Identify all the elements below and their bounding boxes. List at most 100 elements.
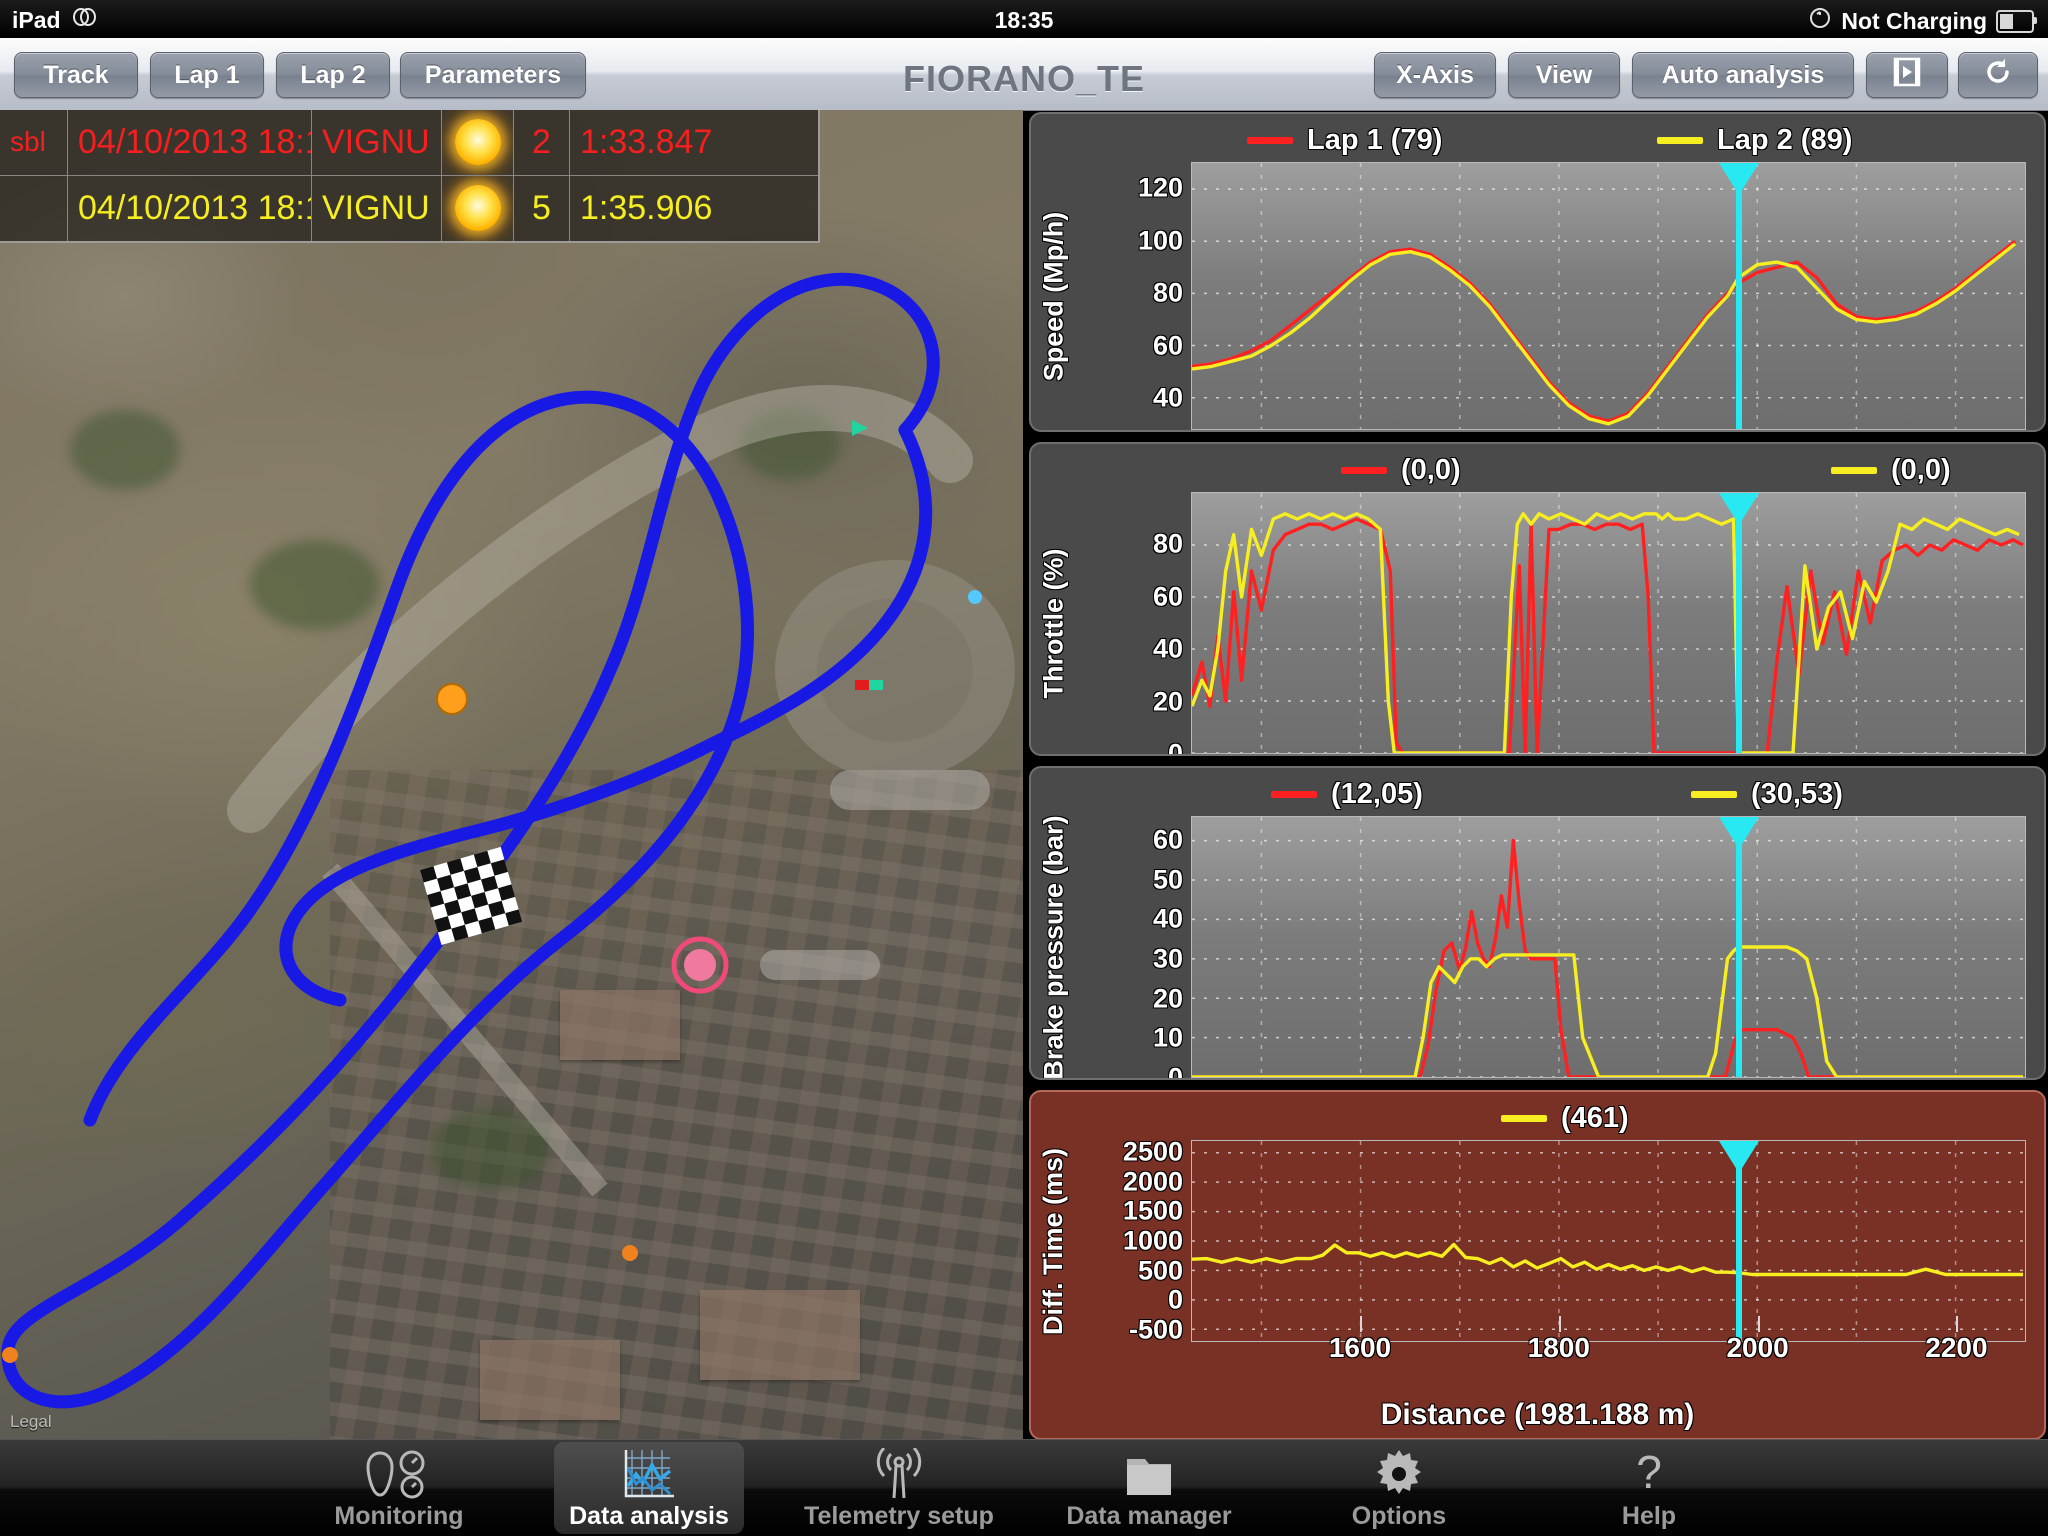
y-tick-label: 60	[1152, 330, 1183, 361]
tab-monitoring[interactable]: Monitoring	[304, 1442, 494, 1534]
sector-marker	[2, 1347, 18, 1363]
legend-swatch-lap2	[1831, 467, 1877, 474]
brake-y-axis-label: Brake pressure (bar)	[1038, 814, 1069, 1080]
throttle-legend: (0,0) (0,0)	[1031, 444, 2044, 492]
lap-number: 5	[514, 175, 570, 241]
y-tick-label: 500	[1137, 1255, 1183, 1286]
legend-label-brake-lap2: (30,53)	[1751, 778, 1843, 810]
lap-number: 2	[514, 110, 570, 175]
map-legal-label[interactable]: Legal	[10, 1412, 52, 1432]
auto-analysis-button[interactable]: Auto analysis	[1632, 52, 1854, 98]
app-toolbar: Track Lap 1 Lap 2 Parameters FIORANO_TE …	[0, 38, 2048, 111]
speed-legend: Lap 1 (79) Lap 2 (89)	[1031, 114, 2044, 162]
lap-info-table[interactable]: sbl 04/10/2013 18:14 VIGNU 2 1:33.847 04…	[0, 110, 820, 243]
lap-driver: VIGNU	[312, 175, 442, 241]
legend-label-brake-lap1: (12,05)	[1331, 778, 1423, 810]
y-tick-label: 0	[1167, 738, 1183, 756]
view-button[interactable]: View	[1508, 52, 1620, 98]
y-tick-label: 1500	[1122, 1195, 1183, 1226]
tab-telemetry-setup[interactable]: Telemetry setup	[804, 1442, 994, 1534]
lap-time: 1:33.847	[580, 122, 713, 161]
tab-options[interactable]: Options	[1304, 1442, 1494, 1534]
y-tick-label: 40	[1152, 382, 1183, 413]
finish-flag	[420, 846, 523, 945]
throttle-chart-panel[interactable]: (0,0) (0,0) Throttle (%) 0 20 40 60 80	[1029, 442, 2046, 756]
series-diff	[1192, 1242, 2023, 1277]
y-tick-label: 40	[1152, 633, 1183, 664]
sun-icon	[454, 119, 501, 166]
y-tick-label: 40	[1152, 903, 1183, 934]
table-row[interactable]: sbl 04/10/2013 18:14 VIGNU 2 1:33.847	[0, 110, 818, 176]
x-axis-title: Distance (1981.188 m)	[1380, 1398, 1695, 1431]
series-lap1	[1192, 517, 2024, 753]
y-tick-label: 60	[1152, 581, 1183, 612]
tab-label-data-manager: Data manager	[1066, 1502, 1232, 1530]
tab-label-data-analysis: Data analysis	[569, 1502, 729, 1530]
legend-label-lap2: Lap 2 (89)	[1717, 124, 1853, 156]
lap-tag	[0, 175, 68, 241]
y-tick-label: 50	[1152, 864, 1183, 894]
sector-marker	[855, 680, 883, 690]
lap-time: 1:35.906	[580, 188, 713, 227]
legend-swatch-lap1	[1341, 467, 1387, 474]
legend-swatch-lap1	[1271, 791, 1317, 798]
series-lap2	[1192, 945, 2023, 1077]
legend-entry-throttle-lap1: (0,0)	[1341, 454, 1461, 487]
lap-date: 04/10/2013 18:14	[68, 175, 312, 241]
legend-entry-throttle-lap2: (0,0)	[1831, 454, 1951, 487]
diff-plot-area: Diff. Time (ms) -500 0 500 1000 1500 2000 2500	[1031, 1136, 2044, 1345]
plot-svg	[1192, 493, 2025, 753]
y-tick-label: 1000	[1122, 1225, 1183, 1256]
x-tick-label: 1600	[1328, 1332, 1392, 1363]
position-marker	[436, 683, 468, 715]
x-axis-button[interactable]: X-Axis	[1374, 52, 1496, 98]
speed-plot-area: Speed (Mp/h) 40 60 80 100 120	[1031, 162, 2044, 430]
gauge-icon	[366, 1446, 432, 1502]
track-map[interactable]: Legal sbl 04/10/2013 18:14 VIGNU 2 1:33.…	[0, 110, 1023, 1440]
chart-cursor[interactable]	[1718, 817, 1759, 1077]
tab-data-manager[interactable]: Data manager	[1054, 1442, 1244, 1534]
x-tick-label: 2000	[1726, 1332, 1789, 1363]
y-tick-label: 100	[1137, 225, 1183, 256]
brake-plot[interactable]	[1191, 816, 2026, 1078]
chart-cursor[interactable]	[1718, 163, 1759, 429]
ios-status-bar: iPad 18:35 Not Charging	[0, 0, 2048, 38]
diff-time-chart-panel[interactable]: (461) Diff. Time (ms) -500 0 500 1000 1500 20…	[1029, 1090, 2046, 1440]
weather-cell	[442, 175, 514, 241]
tab-help[interactable]: ? Help	[1554, 1442, 1744, 1534]
y-tick-label: 120	[1137, 172, 1183, 203]
tab-label-monitoring: Monitoring	[334, 1502, 464, 1530]
diff-plot[interactable]	[1191, 1140, 2026, 1342]
series-Lap 1 (79)	[1192, 239, 2017, 423]
refresh-button[interactable]	[1958, 52, 2038, 98]
throttle-plot[interactable]	[1191, 492, 2026, 754]
x-tick-mark	[1359, 1316, 1362, 1332]
y-tick-label: 80	[1152, 528, 1183, 559]
diff-y-ticks: -500 0 500 1000 1500 2000 2500	[1049, 1136, 1191, 1344]
y-tick-label: 30	[1152, 943, 1183, 974]
legend-entry-brake-lap2: (30,53)	[1691, 778, 1843, 811]
brake-y-ticks: 0 10 20 30 40 50 60	[1071, 816, 1191, 1078]
x-tick-mark	[1558, 1316, 1561, 1332]
chart-cursor[interactable]	[1718, 493, 1759, 753]
bottom-tab-bar[interactable]: Monitoring Data analysis Telemetry setup	[0, 1439, 2048, 1536]
brake-chart-panel[interactable]: (12,05) (30,53) Brake pressure (bar) 0 10…	[1029, 766, 2046, 1080]
legend-entry-brake-lap1: (12,05)	[1271, 778, 1423, 811]
legend-swatch-lap2	[1691, 791, 1737, 798]
table-row[interactable]: 04/10/2013 18:14 VIGNU 5 1:35.906	[0, 175, 818, 241]
brake-legend: (12,05) (30,53)	[1031, 768, 2044, 816]
legend-label-throttle-lap1: (0,0)	[1401, 454, 1461, 486]
status-right: Not Charging	[1808, 6, 2037, 36]
speed-y-axis-label: Speed (Mp/h)	[1038, 211, 1069, 381]
chart-cursor[interactable]	[1718, 1141, 1759, 1341]
sector-marker	[622, 1245, 638, 1261]
speed-chart-panel[interactable]: Lap 1 (79) Lap 2 (89) Speed (Mp/h) 40 60 8…	[1029, 112, 2046, 432]
y-tick-label: 0	[1167, 1284, 1183, 1315]
series-lap1	[1192, 838, 2023, 1077]
speed-plot[interactable]	[1191, 162, 2026, 430]
lap-tag: sbl	[0, 110, 68, 175]
tab-data-analysis[interactable]: Data analysis	[554, 1442, 744, 1534]
film-play-button[interactable]	[1866, 52, 1948, 98]
throttle-plot-area: Throttle (%) 0 20 40 60 80	[1031, 492, 2044, 754]
throttle-y-axis-label: Throttle (%)	[1038, 548, 1069, 698]
